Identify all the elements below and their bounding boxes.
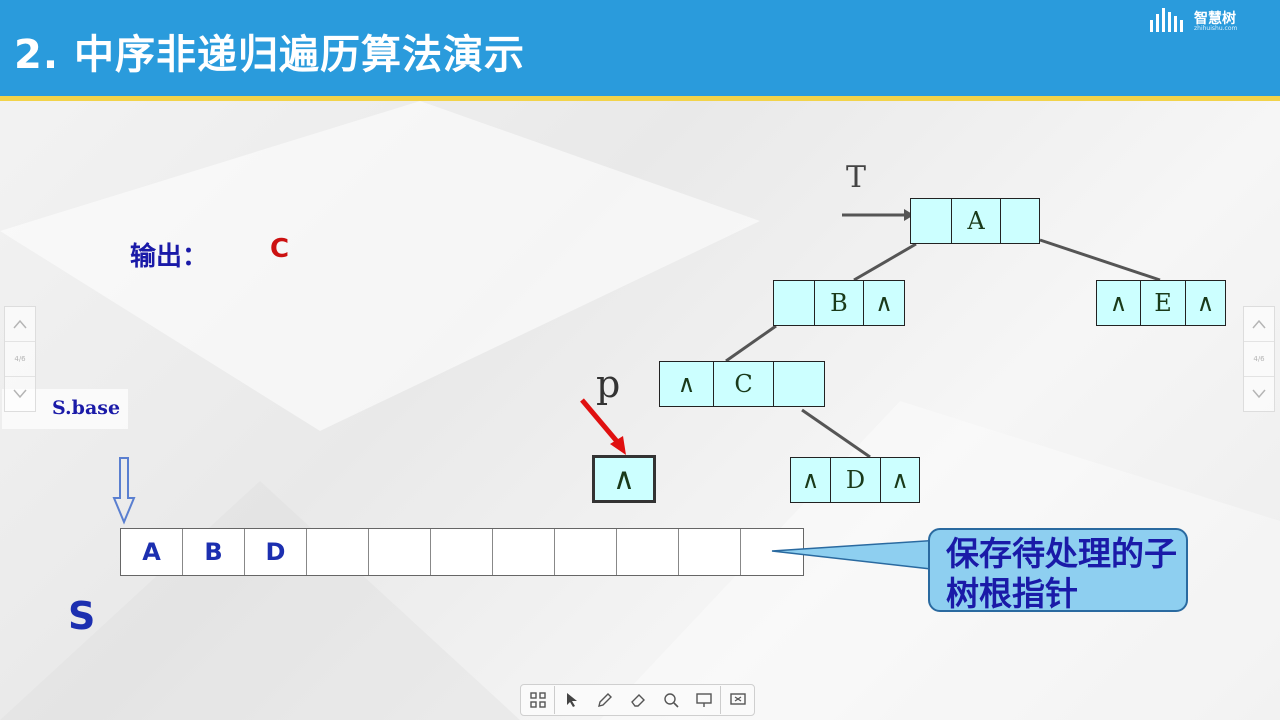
node-data: D	[831, 458, 881, 502]
node-left-ptr: ∧	[660, 362, 714, 406]
pen-icon	[597, 693, 612, 707]
chevron-down-icon	[1252, 389, 1266, 399]
callout-text: 保存待处理的子树根指针	[946, 534, 1177, 613]
page-indicator: 4/6	[5, 342, 35, 377]
prev-page-button-right[interactable]	[1244, 307, 1274, 342]
node-data: B	[815, 281, 864, 325]
node-data: A	[952, 199, 1001, 243]
p-pointer-arrow	[580, 398, 622, 447]
page-indicator-right: 4/6	[1244, 342, 1274, 377]
prev-page-button[interactable]	[5, 307, 35, 342]
screen-icon	[695, 693, 712, 707]
next-page-button[interactable]	[5, 377, 35, 411]
eraser-icon	[630, 694, 645, 707]
node-right-ptr	[1001, 199, 1039, 243]
node-left-ptr: ∧	[791, 458, 831, 502]
node-right-ptr: ∧	[875, 289, 893, 317]
p-pointer-value-box: ∧	[592, 455, 656, 503]
board-icon	[729, 693, 746, 705]
grid-icon	[529, 692, 546, 708]
search-icon	[663, 693, 679, 708]
edge-a-e	[1039, 238, 1161, 282]
next-page-button-right[interactable]	[1244, 377, 1274, 411]
tree-node-d: ∧ D ∧	[790, 457, 920, 503]
presentation-toolbar	[520, 684, 755, 716]
node-data: C	[714, 362, 774, 406]
callout-box: 保存待处理的子树根指针	[928, 528, 1188, 613]
tree-node-b: B ∧	[773, 280, 905, 326]
node-right-ptr	[774, 362, 824, 406]
tree-node-a: A	[910, 198, 1040, 244]
pointer-button[interactable]	[555, 686, 588, 714]
node-data: E	[1141, 281, 1186, 325]
grid-button[interactable]	[521, 686, 555, 714]
root-pointer-label: T	[846, 160, 867, 195]
edge-a-b	[853, 242, 917, 282]
chevron-up-icon	[13, 319, 27, 329]
edge-b-c	[725, 324, 777, 363]
pointer-icon	[566, 693, 577, 707]
p-pointer-label: p	[596, 362, 621, 406]
node-right-ptr: ∧	[891, 466, 909, 494]
callout-pointer	[771, 539, 941, 571]
right-side-nav: 4/6	[1243, 306, 1275, 412]
chevron-down-icon	[13, 389, 27, 399]
node-right-ptr: ∧	[1196, 289, 1215, 317]
search-button[interactable]	[654, 686, 687, 714]
whiteboard-button[interactable]	[720, 686, 754, 714]
eraser-button[interactable]	[621, 686, 654, 714]
left-side-nav: 4/6	[4, 306, 36, 412]
screen-button[interactable]	[687, 686, 720, 714]
pen-button[interactable]	[588, 686, 621, 714]
chevron-up-icon	[1252, 319, 1266, 329]
node-left-ptr	[774, 281, 815, 325]
node-left-ptr	[911, 199, 952, 243]
edge-c-d	[801, 408, 871, 459]
node-left-ptr: ∧	[1097, 281, 1141, 325]
tree-node-e: ∧ E ∧	[1096, 280, 1226, 326]
tree-node-c: ∧ C	[659, 361, 825, 407]
